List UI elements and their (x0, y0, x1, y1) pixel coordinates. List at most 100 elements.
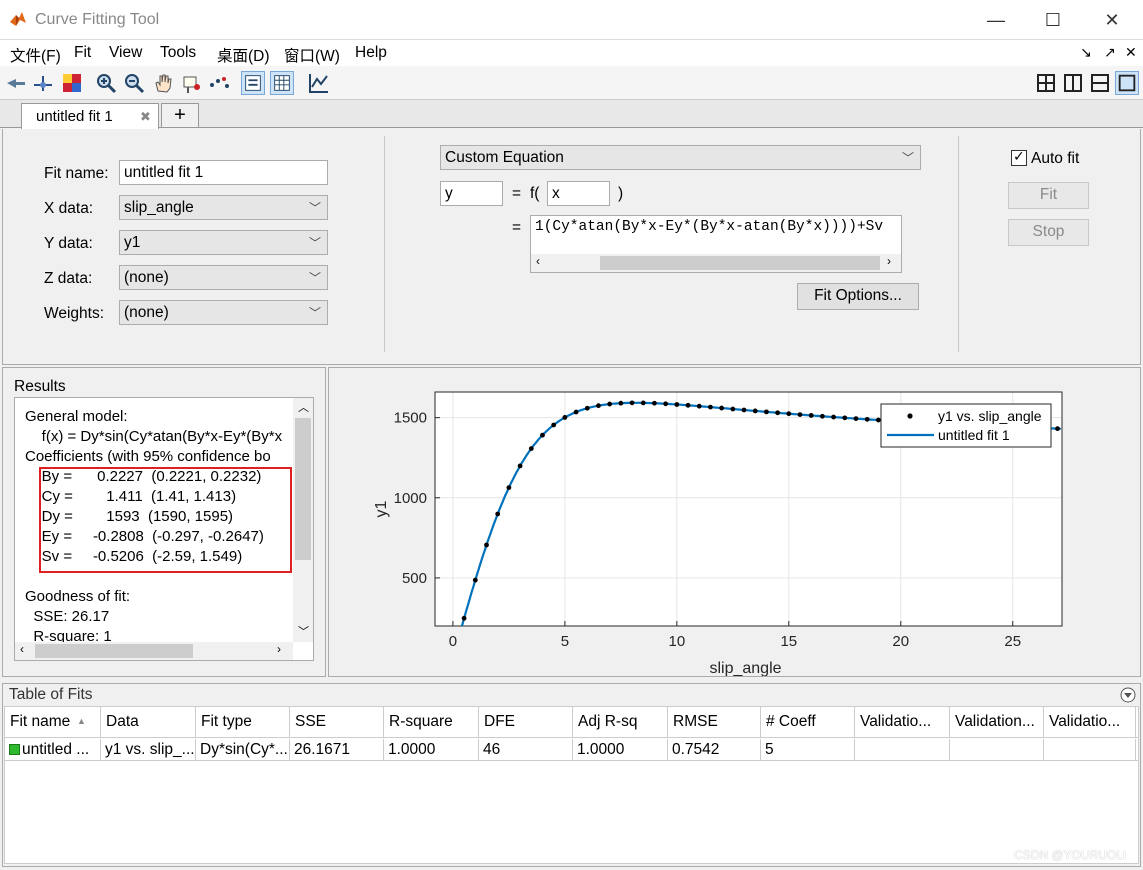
table-cell: y1 vs. slip_... (101, 739, 196, 761)
auto-fit-checkbox[interactable]: ✓ (1011, 148, 1027, 166)
minimize-button[interactable]: — (976, 8, 1016, 32)
tab-close-icon[interactable]: ✖ (140, 109, 151, 125)
scroll-thumb[interactable] (600, 256, 880, 270)
z-data-select[interactable]: (none) ﹀ (119, 265, 328, 290)
collapse-icon[interactable] (1120, 687, 1136, 703)
menu-window[interactable]: 窗口(W) (284, 44, 340, 66)
z-data-label: Z data: (44, 270, 93, 287)
results-line: Goodness of fit: (25, 588, 131, 605)
data-cursor-icon[interactable] (31, 71, 55, 95)
results-vscrollbar[interactable]: ︿ ﹀ (293, 398, 313, 642)
table-row[interactable]: untitled ... y1 vs. slip_... Dy*sin(Cy*...… (5, 739, 1138, 761)
add-tab-button[interactable]: + (161, 103, 199, 128)
results-hscrollbar[interactable]: ‹ › (15, 642, 293, 660)
menu-view[interactable]: View (109, 44, 142, 62)
fit-plot[interactable]: 0 5 10 15 20 25 500 1000 1500 slip_angle y1 y1 vs. … (329, 368, 1140, 676)
column-header[interactable]: Validation... (950, 707, 1044, 737)
zoom-in-icon[interactable] (94, 71, 118, 95)
fits-table[interactable]: Fit name Data Fit type SSE R-square DFE Adj R-… (4, 706, 1139, 864)
z-data-value: (none) (124, 269, 169, 286)
data-point (741, 407, 747, 413)
column-header[interactable]: Validatio... (1044, 707, 1136, 737)
fit-button[interactable]: Fit (1008, 182, 1089, 209)
scroll-thumb[interactable] (295, 418, 311, 560)
data-point (674, 402, 680, 407)
column-header[interactable]: Adj R-sq (573, 707, 668, 737)
stop-button[interactable]: Stop (1008, 219, 1089, 246)
table-cell (1044, 739, 1136, 761)
column-header[interactable]: Fit type (196, 707, 290, 737)
y-data-select[interactable]: y1 ﹀ (119, 230, 328, 255)
dependent-variable-input[interactable]: y (440, 181, 503, 206)
menu-help[interactable]: Help (355, 44, 387, 62)
y-data-label: Y data: (44, 235, 93, 252)
data-point (495, 511, 501, 517)
data-point (685, 402, 691, 408)
data-point (864, 416, 870, 422)
scroll-down-icon[interactable]: ﹀ (298, 623, 309, 639)
undock-icon[interactable]: ↘ (1080, 44, 1092, 61)
scroll-thumb[interactable] (35, 644, 193, 658)
close-window-button[interactable]: ✕ (1092, 8, 1132, 32)
layout-columns-icon[interactable] (1061, 71, 1085, 95)
menu-tools[interactable]: Tools (160, 44, 196, 62)
scroll-right-icon[interactable]: › (887, 254, 891, 268)
menu-fit[interactable]: Fit (74, 44, 91, 62)
arrow-tool-icon[interactable] (4, 71, 28, 95)
scroll-left-icon[interactable]: ‹ (536, 254, 540, 268)
menu-file[interactable]: 文件(F) (10, 44, 61, 66)
maximize-button[interactable]: ☐ (1033, 8, 1073, 32)
grid-toggle-icon[interactable] (270, 71, 294, 95)
zoom-out-icon[interactable] (122, 71, 146, 95)
plot-panel: 0 5 10 15 20 25 500 1000 1500 slip_angle y1 y1 vs. … (328, 367, 1141, 677)
layout-single-icon[interactable] (1115, 71, 1139, 95)
pan-hand-icon[interactable] (151, 71, 175, 95)
scroll-left-icon[interactable]: ‹ (20, 642, 24, 656)
data-point (808, 413, 814, 418)
column-header[interactable]: Validatio... (855, 707, 950, 737)
title-bar: Curve Fitting Tool — ☐ ✕ (0, 0, 1143, 40)
menu-desktop[interactable]: 桌面(D) (217, 44, 270, 66)
fit-type-select[interactable]: Custom Equation ﹀ (440, 145, 921, 170)
data-point (640, 400, 646, 406)
exclude-outliers-icon[interactable] (207, 71, 231, 95)
colormap-icon[interactable] (60, 71, 84, 95)
x-data-select[interactable]: slip_angle ﹀ (119, 195, 328, 220)
x-tick-label: 10 (668, 633, 685, 650)
x-data-value: slip_angle (124, 199, 194, 216)
scroll-right-icon[interactable]: › (277, 642, 281, 656)
results-text-area[interactable]: General model: f(x) = Dy*sin(Cy*atan(By*… (14, 397, 314, 661)
layout-rows-icon[interactable] (1088, 71, 1112, 95)
column-header[interactable]: SSE (290, 707, 384, 737)
column-header[interactable]: RMSE (668, 707, 761, 737)
weights-select[interactable]: (none) ﹀ (119, 300, 328, 325)
table-cell (950, 739, 1044, 761)
column-header[interactable]: Data (101, 707, 196, 737)
equation-scrollbar[interactable]: ‹ › (531, 254, 901, 272)
scroll-up-icon[interactable]: ︿ (298, 399, 309, 415)
checkmark-icon: ✓ (1013, 148, 1025, 164)
residuals-plot-icon[interactable] (307, 71, 331, 95)
close-doc-icon[interactable]: ✕ (1125, 44, 1137, 61)
exclude-icon[interactable] (180, 71, 204, 95)
data-point (618, 400, 624, 406)
y-tick-label: 500 (402, 570, 427, 587)
fit-status-icon (9, 744, 20, 755)
column-header[interactable]: # Coeff (761, 707, 855, 737)
fit-name-input[interactable]: untitled fit 1 (119, 160, 328, 185)
column-header[interactable]: DFE (479, 707, 573, 737)
column-header[interactable]: Fit name (5, 707, 101, 737)
fit-options-button[interactable]: Fit Options... (797, 283, 919, 310)
independent-variable-input[interactable]: x (547, 181, 610, 206)
layout-grid-icon[interactable] (1034, 71, 1058, 95)
dock-icon[interactable]: ↗ (1104, 44, 1116, 61)
y-axis-label: y1 (373, 500, 390, 517)
legend-marker-data (907, 413, 913, 419)
y-tick-label: 1000 (394, 490, 427, 507)
column-header[interactable]: R-square (384, 707, 479, 737)
table-title: Table of Fits (9, 686, 93, 703)
tab-untitled-fit-1[interactable]: untitled fit 1 ✖ (21, 103, 159, 129)
legend-toggle-icon[interactable] (241, 71, 265, 95)
equation-editor[interactable]: 1(Cy*atan(By*x-Ey*(By*x-atan(By*x))))+Sv… (530, 215, 902, 273)
data-point (663, 401, 669, 407)
